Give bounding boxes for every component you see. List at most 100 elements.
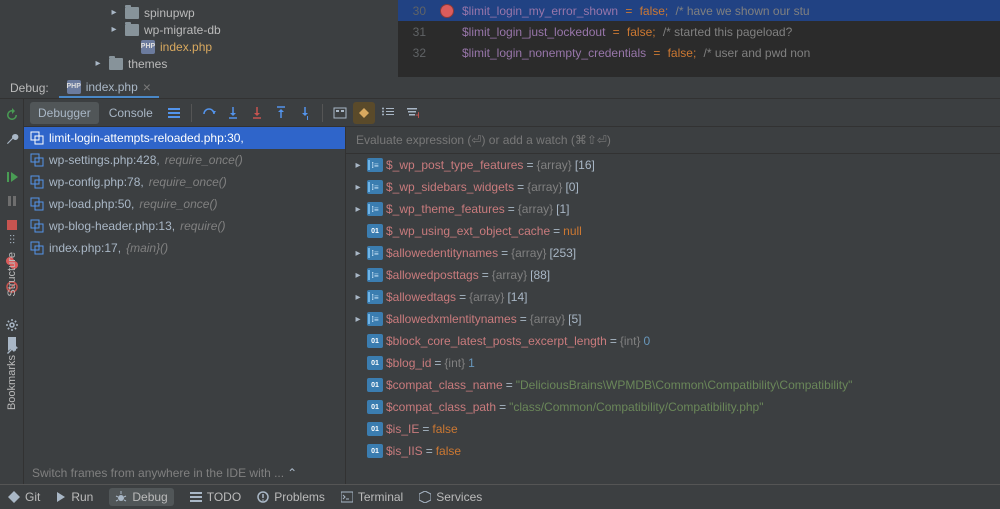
variable-row[interactable]: 01 $compat_class_name = "DeliciousBrains… bbox=[346, 374, 1000, 396]
array-icon: ⁞≡ bbox=[367, 312, 383, 326]
evaluate-icon[interactable] bbox=[329, 102, 351, 124]
run-to-cursor-icon[interactable] bbox=[294, 102, 316, 124]
scalar-icon: 01 bbox=[367, 224, 383, 238]
variable-row[interactable]: ▸⁞≡ $allowedtags = {array} [14] bbox=[346, 286, 1000, 308]
chevron-icon: ▸ bbox=[92, 58, 104, 69]
breakpoint-icon[interactable] bbox=[440, 4, 454, 18]
console-tab[interactable]: Console bbox=[101, 102, 161, 124]
php-icon: PHP bbox=[141, 40, 155, 54]
scalar-icon: 01 bbox=[367, 356, 383, 370]
variable-row[interactable]: ▸⁞≡ $_wp_post_type_features = {array} [1… bbox=[346, 154, 1000, 176]
variables-panel[interactable]: Evaluate expression (⏎) or add a watch (… bbox=[346, 127, 1000, 484]
variable-row[interactable]: 01 $is_IIS = false bbox=[346, 440, 1000, 462]
variable-row[interactable]: 01 $blog_id = {int} 1 bbox=[346, 352, 1000, 374]
array-icon: ⁞≡ bbox=[367, 246, 383, 260]
tree-item[interactable]: PHP index.php bbox=[0, 38, 398, 55]
debug-tabs: Debug: PHP index.php × bbox=[0, 77, 1000, 99]
frame-function: require_once() bbox=[139, 197, 217, 211]
step-into-icon[interactable] bbox=[222, 102, 244, 124]
threads-icon[interactable] bbox=[163, 102, 185, 124]
code-line[interactable]: 32 $limit_login_nonempty_credentials = fa… bbox=[398, 42, 1000, 63]
close-icon[interactable]: × bbox=[143, 79, 151, 95]
frame-icon bbox=[30, 175, 44, 189]
tree-item[interactable]: ▸themes bbox=[0, 55, 398, 72]
filter-icon[interactable]: + bbox=[401, 102, 423, 124]
frame-function: require() bbox=[180, 219, 225, 233]
bookmarks-tool[interactable]: Bookmarks bbox=[6, 337, 18, 410]
step-out-icon[interactable] bbox=[270, 102, 292, 124]
debugger-tab[interactable]: Debugger bbox=[30, 102, 99, 124]
debug-button[interactable]: Debug bbox=[109, 488, 173, 506]
line-number: 32 bbox=[398, 46, 434, 60]
tree-item[interactable]: ▸wp-migrate-db bbox=[0, 21, 398, 38]
chevron-icon: ▸ bbox=[352, 182, 364, 193]
variable-row[interactable]: ▸⁞≡ $allowedentitynames = {array} [253] bbox=[346, 242, 1000, 264]
watch-input[interactable]: Evaluate expression (⏎) or add a watch (… bbox=[346, 127, 1000, 154]
code-line[interactable]: 31$limit_login_just_lockedout = false; /… bbox=[398, 21, 1000, 42]
code-line[interactable]: 30 $limit_login_my_error_shown = false; /… bbox=[398, 0, 1000, 21]
left-sidebar: ⫶⫶ Structure Bookmarks bbox=[0, 180, 24, 430]
frame-icon bbox=[30, 131, 44, 145]
force-step-into-icon[interactable] bbox=[246, 102, 268, 124]
sort-icon[interactable] bbox=[377, 102, 399, 124]
code-editor[interactable]: 30 $limit_login_my_error_shown = false; /… bbox=[398, 0, 1000, 77]
run-button[interactable]: Run bbox=[56, 490, 93, 504]
var-name: $_wp_theme_features bbox=[386, 202, 505, 216]
frame-label: limit-login-attempts-reloaded.php:30, bbox=[49, 131, 244, 145]
frame-label: wp-config.php:78, bbox=[49, 175, 144, 189]
variable-row[interactable]: 01 $block_core_latest_posts_excerpt_leng… bbox=[346, 330, 1000, 352]
variable-row[interactable]: ▸⁞≡ $_wp_theme_features = {array} [1] bbox=[346, 198, 1000, 220]
trace-icon[interactable] bbox=[353, 102, 375, 124]
frame-icon bbox=[30, 219, 44, 233]
stack-frame[interactable]: wp-load.php:50, require_once() bbox=[24, 193, 345, 215]
frames-hint: Switch frames from anywhere in the IDE w… bbox=[32, 466, 337, 480]
variable-row[interactable]: 01 $_wp_using_ext_object_cache = null bbox=[346, 220, 1000, 242]
var-name: $_wp_post_type_features bbox=[386, 158, 523, 172]
var-name: $allowedtags bbox=[386, 290, 456, 304]
variable-row[interactable]: ▸⁞≡ $allowedposttags = {array} [88] bbox=[346, 264, 1000, 286]
array-icon: ⁞≡ bbox=[367, 180, 383, 194]
project-tree[interactable]: ▸spinupwp▸wp-migrate-dbPHPindex.php▸them… bbox=[0, 0, 398, 77]
var-name: $allowedposttags bbox=[386, 268, 479, 282]
frame-function: require_once() bbox=[149, 175, 227, 189]
chevron-icon: ▸ bbox=[352, 204, 364, 215]
stack-frame[interactable]: index.php:17, {main}() bbox=[24, 237, 345, 259]
frame-label: wp-settings.php:428, bbox=[49, 153, 160, 167]
stack-frame[interactable]: limit-login-attempts-reloaded.php:30, bbox=[24, 127, 345, 149]
tab-label: index.php bbox=[86, 80, 138, 94]
line-number: 30 bbox=[398, 4, 434, 18]
tab-index-php[interactable]: PHP index.php × bbox=[59, 77, 159, 98]
tree-label: spinupwp bbox=[144, 6, 195, 20]
stack-frame[interactable]: wp-config.php:78, require_once() bbox=[24, 171, 345, 193]
folder-icon bbox=[109, 58, 123, 70]
todo-button[interactable]: TODO bbox=[190, 490, 241, 504]
variable-row[interactable]: 01 $is_IE = false bbox=[346, 418, 1000, 440]
step-over-icon[interactable] bbox=[198, 102, 220, 124]
var-name: $block_core_latest_posts_excerpt_length bbox=[386, 334, 607, 348]
variable-row[interactable]: 01 $compat_class_path = "class/Common/Co… bbox=[346, 396, 1000, 418]
tree-label: wp-migrate-db bbox=[144, 23, 221, 37]
tree-item[interactable]: ▸spinupwp bbox=[0, 4, 398, 21]
git-button[interactable]: Git bbox=[8, 490, 40, 504]
wrench-button[interactable] bbox=[0, 127, 24, 151]
frames-panel[interactable]: limit-login-attempts-reloaded.php:30, wp-… bbox=[24, 127, 346, 484]
variable-row[interactable]: ▸⁞≡ $allowedxmlentitynames = {array} [5] bbox=[346, 308, 1000, 330]
terminal-button[interactable]: Terminal bbox=[341, 490, 403, 504]
services-button[interactable]: Services bbox=[419, 490, 482, 504]
stack-frame[interactable]: wp-blog-header.php:13, require() bbox=[24, 215, 345, 237]
tree-label: index.php bbox=[160, 40, 212, 54]
variable-row[interactable]: ▸⁞≡ $_wp_sidebars_widgets = {array} [0] bbox=[346, 176, 1000, 198]
array-icon: ⁞≡ bbox=[367, 202, 383, 216]
structure-tool[interactable]: ⫶⫶ Structure bbox=[6, 233, 18, 297]
chevron-icon: ▸ bbox=[352, 314, 364, 325]
debug-label: Debug: bbox=[0, 77, 59, 98]
rerun-button[interactable] bbox=[0, 103, 24, 127]
frame-label: wp-blog-header.php:13, bbox=[49, 219, 175, 233]
stack-frame[interactable]: wp-settings.php:428, require_once() bbox=[24, 149, 345, 171]
var-name: $compat_class_path bbox=[386, 400, 496, 414]
code-text: $limit_login_nonempty_credentials = fals… bbox=[462, 46, 810, 60]
code-text: $limit_login_my_error_shown = false; /* … bbox=[462, 4, 810, 18]
bottom-bar: Git Run Debug TODO Problems Terminal Ser… bbox=[0, 484, 1000, 509]
array-icon: ⁞≡ bbox=[367, 290, 383, 304]
problems-button[interactable]: Problems bbox=[257, 490, 325, 504]
